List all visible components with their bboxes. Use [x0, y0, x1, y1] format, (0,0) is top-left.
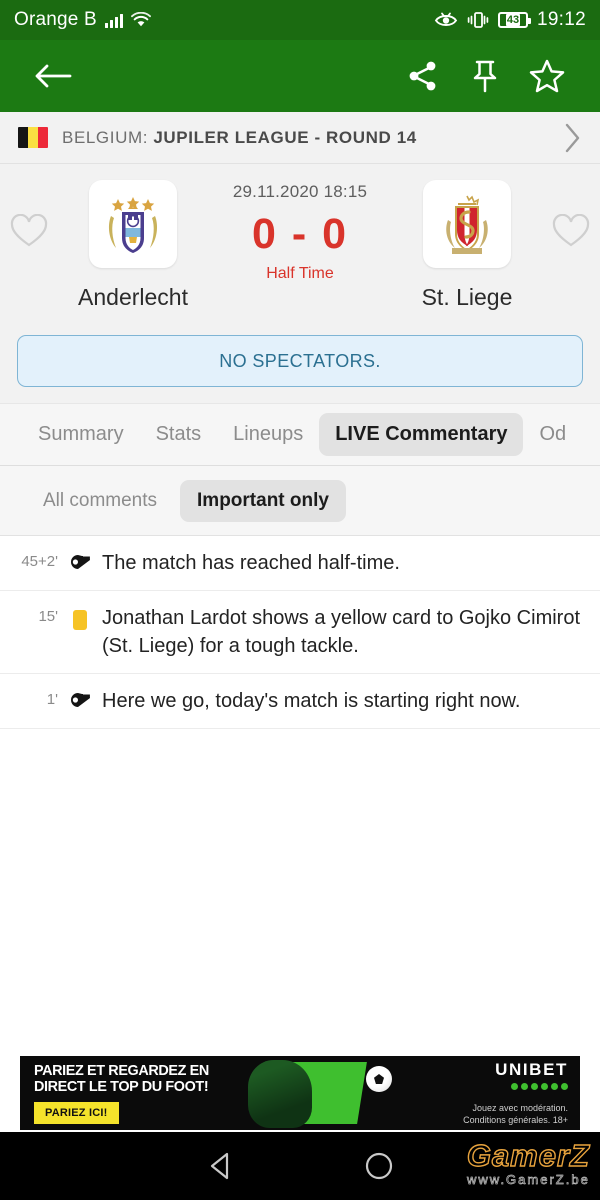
ad-artwork [238, 1056, 394, 1130]
chevron-right-icon[interactable] [562, 122, 582, 154]
nav-back-icon[interactable] [204, 1149, 238, 1183]
share-icon [409, 61, 436, 91]
tab-stats[interactable]: Stats [140, 413, 218, 456]
commentary-minute: 1' [46, 691, 58, 708]
tab-live-commentary[interactable]: LIVE Commentary [319, 413, 524, 456]
ad-disclaimer-line2: Conditions générales. 18+ [463, 1115, 568, 1125]
pin-button[interactable] [454, 45, 516, 107]
status-bar-right: 43 19:12 [434, 9, 586, 31]
league-competition: JUPILER LEAGUE - ROUND 14 [153, 127, 417, 147]
status-bar: Orange B 43 19:12 [0, 0, 600, 40]
nav-home-icon[interactable] [362, 1149, 396, 1183]
league-country: BELGIUM: [62, 127, 154, 147]
match-score: 0 - 0 [251, 210, 349, 258]
app-toolbar [0, 40, 600, 112]
system-navigation-bar: GamerZ www.GamerZ.be [0, 1132, 600, 1200]
tab-summary[interactable]: Summary [22, 413, 140, 456]
commentary-text: The match has reached half-time. [102, 552, 400, 574]
match-datetime: 29.11.2020 18:15 [232, 182, 368, 201]
pin-icon [473, 60, 497, 93]
standard-liege-crest [446, 195, 488, 254]
app-root: Orange B 43 19:12 BELGIUM: JUPILER LEAGU… [0, 0, 600, 1200]
anderlecht-crest [108, 197, 158, 253]
score-center: 29.11.2020 18:15 0 - 0 Half Time [208, 180, 392, 283]
commentary-list: 45+2' The match has reached half-time. 1… [0, 536, 600, 729]
whistle-icon [71, 555, 91, 569]
commentary-row[interactable]: 45+2' The match has reached half-time. [0, 536, 600, 591]
heart-outline-icon [10, 214, 48, 247]
gamerz-watermark: GamerZ www.GamerZ.be [466, 1137, 590, 1188]
ad-headline-line2: DIRECT LE TOP DU FOOT! [34, 1077, 209, 1095]
ad-headline-line1: PARIEZ ET REGARDEZ EN [34, 1061, 209, 1079]
commentary-text: Here we go, today's match is starting ri… [102, 690, 521, 712]
football-icon [366, 1066, 392, 1092]
ad-player-image [248, 1060, 312, 1128]
whistle-icon [71, 693, 91, 707]
match-banner-wrap: NO SPECTATORS. [0, 325, 600, 403]
commentary-icon [58, 549, 102, 573]
tab-bar: Summary Stats Lineups LIVE Commentary Od [0, 403, 600, 466]
no-spectators-banner[interactable]: NO SPECTATORS. [17, 335, 583, 387]
ad-brand-dots [394, 1083, 568, 1090]
share-button[interactable] [392, 45, 454, 107]
subtab-important-only[interactable]: Important only [180, 479, 346, 522]
ad-cta-button[interactable]: PARIEZ ICI! [34, 1101, 119, 1124]
ad-brand-logo: UNIBET [495, 1060, 568, 1079]
away-team-name: St. Liege [421, 284, 513, 310]
eye-icon [434, 12, 458, 26]
watermark-title: GamerZ [466, 1137, 590, 1173]
match-stage: Half Time [266, 265, 334, 282]
battery-icon: 43 [497, 12, 531, 28]
away-favorite-button[interactable] [542, 180, 600, 248]
signal-bars-icon [104, 13, 123, 28]
commentary-icon [58, 687, 102, 711]
star-icon [529, 59, 565, 93]
belgium-flag-icon [18, 127, 48, 148]
tab-lineups[interactable]: Lineups [217, 413, 319, 456]
vibrate-icon [467, 12, 489, 28]
clock-label: 19:12 [536, 9, 586, 30]
ad-brand-block: UNIBET Jouez avec modération. Conditions… [394, 1060, 580, 1126]
subtab-all-comments[interactable]: All comments [26, 480, 174, 522]
away-team[interactable]: St. Liege [392, 180, 542, 311]
commentary-icon [58, 604, 102, 630]
commentary-text: Jonathan Lardot shows a yellow card to G… [102, 607, 581, 657]
away-crest-container [423, 180, 511, 268]
tab-odds[interactable]: Od [523, 413, 582, 456]
wifi-icon [130, 12, 151, 27]
heart-outline-icon [552, 214, 590, 247]
commentary-row[interactable]: 1' Here we go, today's match is starting… [0, 674, 600, 729]
score-row: Anderlecht 29.11.2020 18:15 0 - 0 Half T… [0, 180, 600, 311]
ad-banner[interactable]: PARIEZ ET REGARDEZ EN DIRECT LE TOP DU F… [20, 1056, 580, 1130]
battery-level: 43 [505, 14, 521, 26]
comment-filter-bar: All comments Important only [0, 466, 600, 536]
favorite-star-button[interactable] [516, 45, 578, 107]
match-score-block: Anderlecht 29.11.2020 18:15 0 - 0 Half T… [0, 164, 600, 325]
status-bar-left: Orange B [14, 9, 151, 31]
back-arrow-icon [35, 64, 72, 88]
home-crest-container [89, 180, 177, 268]
home-team[interactable]: Anderlecht [58, 180, 208, 311]
back-button[interactable] [22, 45, 84, 107]
ad-disclaimer-line1: Jouez avec modération. [472, 1103, 568, 1113]
league-title: BELGIUM: JUPILER LEAGUE - ROUND 14 [62, 128, 548, 148]
league-header[interactable]: BELGIUM: JUPILER LEAGUE - ROUND 14 [0, 112, 600, 164]
home-team-name: Anderlecht [78, 284, 188, 310]
commentary-row[interactable]: 15' Jonathan Lardot shows a yellow card … [0, 591, 600, 674]
yellow-card-icon [73, 610, 87, 630]
carrier-label: Orange B [14, 9, 97, 30]
commentary-minute: 15' [38, 608, 58, 625]
commentary-minute: 45+2' [21, 553, 58, 570]
ad-text-block: PARIEZ ET REGARDEZ EN DIRECT LE TOP DU F… [20, 1061, 238, 1124]
watermark-url: www.GamerZ.be [467, 1172, 590, 1188]
home-favorite-button[interactable] [0, 180, 58, 248]
